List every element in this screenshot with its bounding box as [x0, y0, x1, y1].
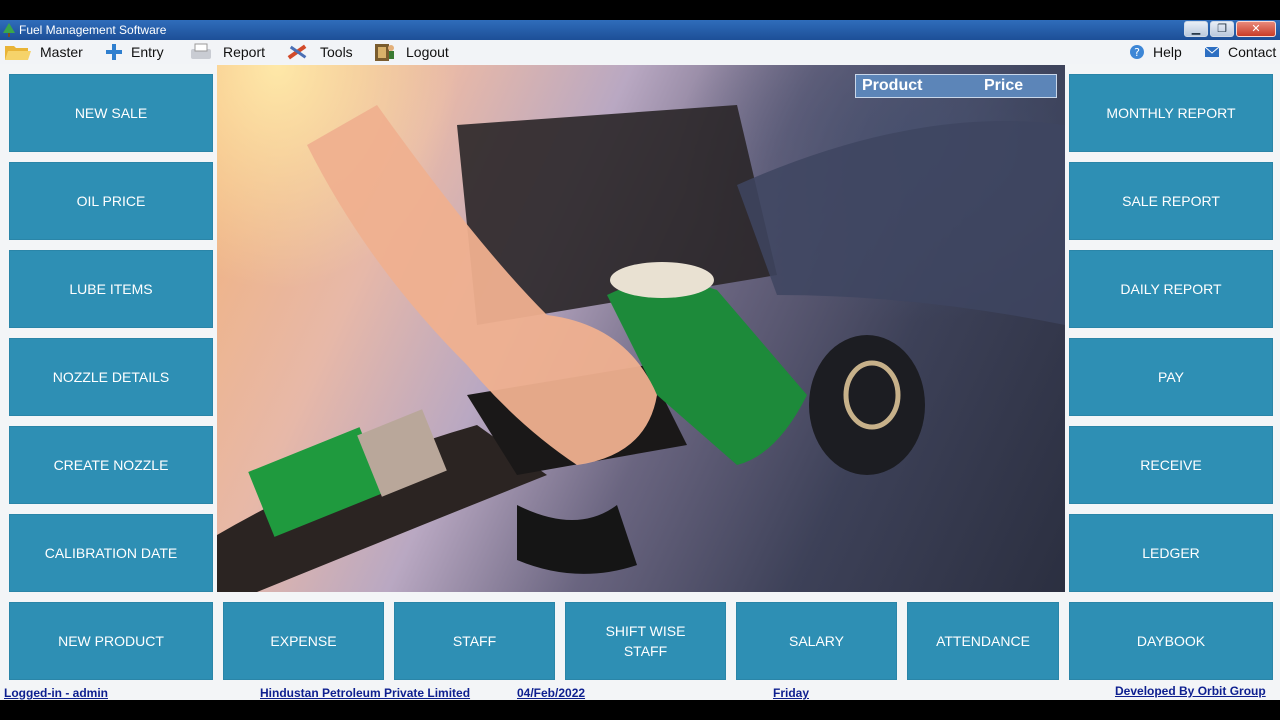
logged-in-user: Logged-in - admin: [4, 686, 108, 700]
receive-button[interactable]: RECEIVE: [1069, 426, 1273, 504]
report-icon: [191, 43, 211, 59]
company-name: Hindustan Petroleum Private Limited: [260, 686, 471, 700]
tile-label: PAY: [1158, 369, 1184, 385]
expense-button[interactable]: EXPENSE: [223, 602, 384, 680]
new-sale-button[interactable]: NEW SALE: [9, 74, 213, 152]
calibration-date-button[interactable]: CALIBRATION DATE: [9, 514, 213, 592]
plus-icon: [106, 44, 122, 60]
tile-label: SALARY: [789, 633, 844, 649]
menu-entry[interactable]: Entry: [105, 40, 164, 64]
svg-text:?: ?: [1134, 46, 1140, 59]
new-product-button[interactable]: NEW PRODUCT: [9, 602, 213, 680]
menu-report[interactable]: Report: [189, 40, 265, 64]
tile-label: SHIFT WISE STAFF: [605, 623, 686, 659]
tile-label: MONTHLY REPORT: [1106, 105, 1236, 121]
ledger-button[interactable]: LEDGER: [1069, 514, 1273, 592]
title-bar: Fuel Management Software ▁ ❐ ✕: [0, 20, 1280, 40]
help-icon: ?: [1130, 45, 1144, 59]
developer-credit[interactable]: Developed By Orbit Group: [1115, 684, 1266, 698]
product-column-header: Product: [862, 77, 923, 94]
status-bar: Logged-in - admin Hindustan Petroleum Pr…: [0, 682, 1280, 700]
tile-label: DAYBOOK: [1136, 633, 1206, 649]
tile-label: OIL PRICE: [76, 193, 146, 209]
app-window: Fuel Management Software ▁ ❐ ✕ Master En…: [0, 20, 1280, 700]
nozzle-details-button[interactable]: NOZZLE DETAILS: [9, 338, 213, 416]
menu-label: Contact: [1228, 44, 1277, 60]
logout-icon: [375, 44, 394, 61]
tile-label: EXPENSE: [270, 633, 337, 649]
fuel-nozzle-image: [217, 65, 1065, 592]
daybook-button[interactable]: DAYBOOK: [1069, 602, 1273, 680]
oil-price-button[interactable]: OIL PRICE: [9, 162, 213, 240]
tools-icon: [287, 44, 307, 60]
tile-label: STAFF: [452, 633, 497, 649]
create-nozzle-button[interactable]: CREATE NOZZLE: [9, 426, 213, 504]
staff-button[interactable]: STAFF: [394, 602, 555, 680]
tile-label: LUBE ITEMS: [69, 281, 153, 297]
tile-label: CREATE NOZZLE: [53, 457, 169, 473]
current-date: 04/Feb/2022: [517, 686, 586, 700]
tile-label: SALE REPORT: [1122, 193, 1220, 209]
salary-button[interactable]: SALARY: [736, 602, 897, 680]
price-table-header: Product Price: [855, 74, 1057, 98]
attendance-button[interactable]: ATTENDANCE: [907, 602, 1059, 680]
menu-help[interactable]: ? Help: [1129, 40, 1182, 64]
menu-logout[interactable]: Logout: [372, 40, 449, 64]
shift-wise-staff-button[interactable]: SHIFT WISE STAFF: [565, 602, 726, 680]
menu-tools[interactable]: Tools: [284, 40, 353, 64]
menu-bar: Master Entry Report Tools Logout ? Help …: [0, 40, 1280, 64]
fuel-nozzle-illustration: [217, 105, 1065, 592]
menu-contact[interactable]: Contact: [1204, 40, 1276, 64]
menu-label: Tools: [320, 44, 353, 60]
tile-label: RECEIVE: [1140, 457, 1202, 473]
minimize-button[interactable]: ▁: [1184, 21, 1208, 37]
lube-items-button[interactable]: LUBE ITEMS: [9, 250, 213, 328]
tile-label: NOZZLE DETAILS: [52, 369, 170, 385]
tile-label: DAILY REPORT: [1120, 281, 1222, 297]
folder-icon: [5, 46, 31, 60]
monthly-report-button[interactable]: MONTHLY REPORT: [1069, 74, 1273, 152]
menu-label: Master: [40, 44, 83, 60]
tile-label: NEW SALE: [74, 105, 148, 121]
window-title: Fuel Management Software: [19, 23, 167, 37]
tile-label: CALIBRATION DATE: [44, 545, 178, 561]
daily-report-button[interactable]: DAILY REPORT: [1069, 250, 1273, 328]
mail-icon: [1204, 46, 1220, 57]
maximize-button[interactable]: ❐: [1210, 21, 1234, 37]
tile-label: LEDGER: [1142, 545, 1200, 561]
menu-label: Logout: [406, 44, 449, 60]
sale-report-button[interactable]: SALE REPORT: [1069, 162, 1273, 240]
tile-label: ATTENDANCE: [936, 633, 1030, 649]
menu-label: Entry: [131, 44, 164, 60]
menu-master[interactable]: Master: [4, 40, 83, 64]
tree-icon: [3, 23, 15, 37]
pay-button[interactable]: PAY: [1069, 338, 1273, 416]
close-button[interactable]: ✕: [1236, 21, 1276, 37]
tile-label: NEW PRODUCT: [58, 633, 164, 649]
menu-label: Help: [1153, 44, 1182, 60]
current-day: Friday: [773, 686, 810, 700]
menu-label: Report: [223, 44, 266, 60]
price-column-header: Price: [984, 77, 1024, 94]
